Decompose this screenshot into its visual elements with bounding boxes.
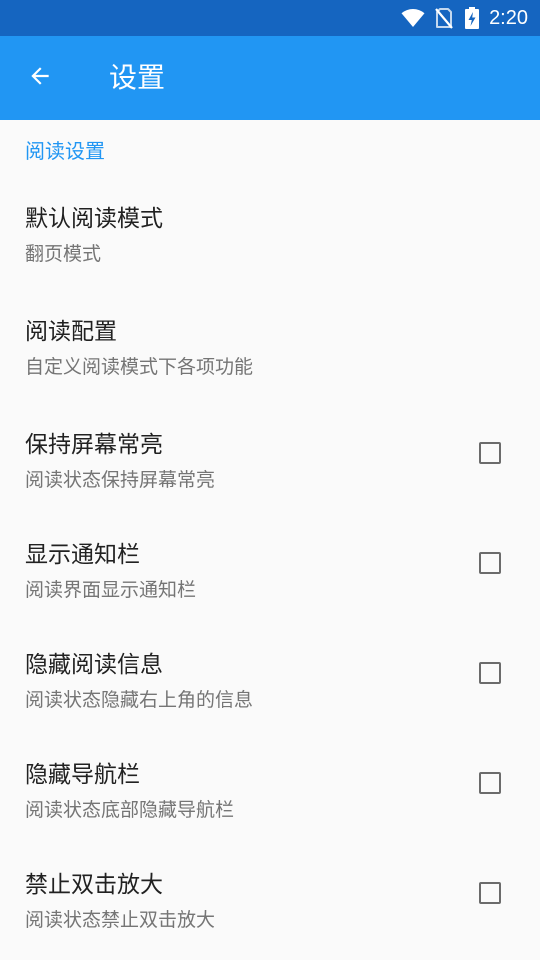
pref-hide-navigation-bar[interactable]: 隐藏导航栏 阅读状态底部隐藏导航栏: [0, 759, 540, 867]
pref-title: 保持屏幕常亮: [25, 432, 163, 458]
status-bar: 2:20: [0, 0, 540, 36]
status-time: 2:20: [489, 7, 528, 29]
pref-title: 默认阅读模式: [25, 206, 163, 232]
pref-summary: 阅读状态禁止双击放大: [25, 909, 216, 931]
section-header-reading: 阅读设置: [25, 139, 105, 163]
status-icons: 2:20: [401, 0, 528, 36]
pref-summary: 自定义阅读模式下各项功能: [25, 356, 254, 378]
pref-summary: 阅读状态隐藏右上角的信息: [25, 689, 254, 711]
pref-title: 隐藏导航栏: [25, 762, 140, 788]
back-button[interactable]: [18, 56, 62, 100]
pref-hide-reading-info[interactable]: 隐藏阅读信息 阅读状态隐藏右上角的信息: [0, 649, 540, 757]
pref-title: 禁止双击放大: [25, 872, 163, 898]
pref-summary: 翻页模式: [25, 243, 102, 265]
arrow-left-icon: [27, 63, 53, 93]
pref-summary: 阅读状态保持屏幕常亮: [25, 469, 216, 491]
app-toolbar: 设置: [0, 36, 540, 120]
pref-title: 显示通知栏: [25, 542, 140, 568]
pref-default-reading-mode[interactable]: 默认阅读模式 翻页模式: [0, 203, 540, 313]
hide-reading-info-checkbox[interactable]: [479, 662, 501, 684]
pref-reading-config[interactable]: 阅读配置 自定义阅读模式下各项功能: [0, 316, 540, 426]
battery-charging-icon: [465, 7, 480, 29]
wifi-icon: [401, 8, 425, 28]
pref-title: 隐藏阅读信息: [25, 652, 163, 678]
hide-navigation-bar-checkbox[interactable]: [479, 772, 501, 794]
page-title: 设置: [109, 61, 166, 94]
pref-keep-screen-on[interactable]: 保持屏幕常亮 阅读状态保持屏幕常亮: [0, 429, 540, 537]
pref-disable-double-tap-zoom[interactable]: 禁止双击放大 阅读状态禁止双击放大: [0, 869, 540, 960]
pref-summary: 阅读界面显示通知栏: [25, 579, 197, 601]
pref-title: 阅读配置: [25, 319, 117, 345]
pref-show-notification-bar[interactable]: 显示通知栏 阅读界面显示通知栏: [0, 539, 540, 647]
pref-summary: 阅读状态底部隐藏导航栏: [25, 799, 235, 821]
show-notification-bar-checkbox[interactable]: [479, 552, 501, 574]
disable-double-tap-zoom-checkbox[interactable]: [479, 882, 501, 904]
keep-screen-on-checkbox[interactable]: [479, 442, 501, 464]
no-sim-icon: [435, 7, 453, 29]
